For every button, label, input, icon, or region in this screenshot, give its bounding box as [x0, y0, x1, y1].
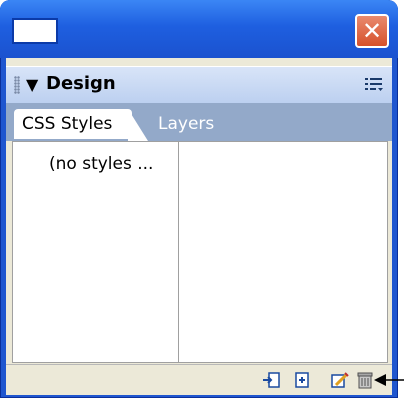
- panel-footer: [6, 364, 392, 395]
- tab-strip: CSS Styles Layers: [6, 103, 392, 141]
- panel-header[interactable]: ▼ Design: [6, 66, 392, 104]
- close-icon: ✕: [361, 17, 383, 45]
- attach-style-sheet-icon[interactable]: [261, 371, 281, 389]
- design-panel: ▼ Design CSS Styles Layers (no styles ..…: [6, 58, 392, 395]
- window-icon: [12, 18, 58, 44]
- title-bar[interactable]: ✕: [0, 0, 398, 58]
- close-button[interactable]: ✕: [355, 14, 389, 48]
- tab-css-styles[interactable]: CSS Styles: [14, 109, 132, 139]
- pointer-arrow-icon: [374, 374, 404, 386]
- grip-icon[interactable]: [14, 76, 20, 94]
- new-css-rule-icon[interactable]: [291, 371, 311, 389]
- options-menu-icon[interactable]: [364, 77, 384, 93]
- panel-window: ✕ ▼ Design CSS Styles Layers (no styles …: [0, 0, 398, 398]
- no-styles-text: (no styles ...: [49, 154, 154, 174]
- edit-style-icon[interactable]: [330, 371, 350, 389]
- tab-layers[interactable]: Layers: [158, 109, 214, 139]
- delete-icon[interactable]: [355, 371, 375, 389]
- collapse-arrow-icon[interactable]: ▼: [26, 75, 38, 94]
- styles-list-column: (no styles ...: [13, 142, 179, 362]
- styles-list[interactable]: (no styles ...: [12, 141, 388, 363]
- panel-title: Design: [46, 73, 116, 94]
